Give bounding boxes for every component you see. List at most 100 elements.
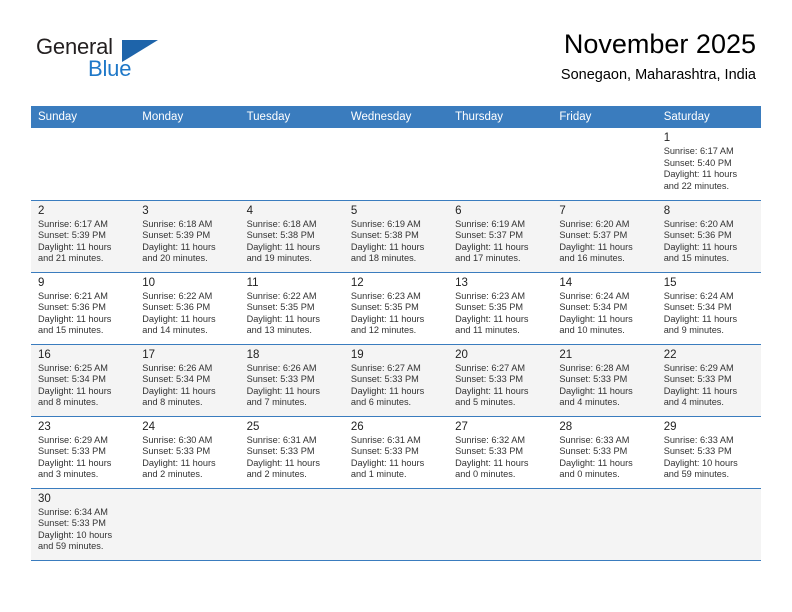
calendar-cell[interactable]: 24 Sunrise: 6:30 AM Sunset: 5:33 PM Dayligh… [135, 416, 240, 489]
daylight-text-line1: Daylight: 11 hours [38, 385, 112, 396]
calendar-cell[interactable]: 27 Sunrise: 6:32 AM Sunset: 5:33 PM Dayligh… [448, 416, 553, 489]
page-header: General Blue November 2025 Sonegaon, Mah… [0, 0, 792, 83]
calendar-cell[interactable]: 12 Sunrise: 6:23 AM Sunset: 5:35 PM Dayligh… [343, 272, 449, 345]
calendar-cell[interactable]: 22 Sunrise: 6:29 AM Sunset: 5:33 PM Dayligh… [656, 344, 761, 417]
calendar-cell[interactable]: 18 Sunrise: 6:26 AM Sunset: 5:33 PM Dayligh… [239, 344, 344, 417]
calendar-cell[interactable] [343, 128, 449, 201]
sunset-text: Sunset: 5:38 PM [350, 230, 419, 241]
calendar-cell[interactable]: 15 Sunrise: 6:24 AM Sunset: 5:34 PM Dayligh… [656, 272, 761, 345]
daylight-text-line1: Daylight: 11 hours [663, 241, 738, 252]
calendar-cell[interactable] [552, 488, 657, 561]
calendar-cell[interactable] [239, 488, 344, 561]
page-title: November 2025 [563, 29, 756, 59]
sunrise-text: Sunrise: 6:33 AM [663, 434, 734, 445]
sunrise-text: Sunrise: 6:31 AM [246, 434, 317, 445]
calendar-cell[interactable]: 13 Sunrise: 6:23 AM Sunset: 5:35 PM Dayligh… [448, 272, 553, 345]
calendar-cell[interactable] [448, 128, 553, 201]
day-number: 29 [663, 420, 677, 433]
sunrise-text: Sunrise: 6:17 AM [38, 218, 108, 229]
calendar-cell[interactable]: 3 Sunrise: 6:18 AM Sunset: 5:39 PM Daylight… [135, 200, 240, 273]
calendar-cell[interactable]: 5 Sunrise: 6:19 AM Sunset: 5:38 PM Daylight… [343, 200, 449, 273]
calendar-cell[interactable]: 11 Sunrise: 6:22 AM Sunset: 5:35 PM Dayligh… [239, 272, 344, 345]
calendar-cell[interactable]: 14 Sunrise: 6:24 AM Sunset: 5:34 PM Dayligh… [552, 272, 657, 345]
day-number: 11 [246, 276, 259, 289]
calendar-cell[interactable]: 2 Sunrise: 6:17 AM Sunset: 5:39 PM Daylight… [31, 200, 136, 273]
calendar-header-row: Sunday Monday Tuesday Wednesday Thursday… [31, 106, 761, 128]
calendar-cell[interactable]: 29 Sunrise: 6:33 AM Sunset: 5:33 PM Dayligh… [656, 416, 761, 489]
sunset-text: Sunset: 5:39 PM [142, 230, 211, 241]
calendar-cell[interactable]: 26 Sunrise: 6:31 AM Sunset: 5:33 PM Dayligh… [343, 416, 449, 489]
day-number: 13 [455, 276, 468, 289]
sunset-text: Sunset: 5:33 PM [663, 446, 732, 457]
daylight-text-line2: and 18 minutes. [350, 253, 417, 264]
sunset-text: Sunset: 5:34 PM [559, 302, 628, 313]
daylight-text-line1: Daylight: 11 hours [246, 313, 320, 324]
weekday-header-saturday: Saturday [656, 106, 761, 128]
sunrise-text: Sunrise: 6:32 AM [455, 434, 526, 445]
sunset-text: Sunset: 5:40 PM [663, 157, 732, 168]
sunset-text: Sunset: 5:35 PM [246, 302, 315, 313]
title-block: November 2025 Sonegaon, Maharashtra, Ind… [561, 28, 756, 85]
daylight-text-line1: Daylight: 10 hours [38, 529, 113, 540]
calendar-cell[interactable]: 17 Sunrise: 6:26 AM Sunset: 5:34 PM Dayligh… [135, 344, 240, 417]
daylight-text-line1: Daylight: 11 hours [663, 385, 738, 396]
calendar-cell[interactable]: 9 Sunrise: 6:21 AM Sunset: 5:36 PM Daylight… [31, 272, 136, 345]
day-number: 19 [350, 348, 364, 361]
day-number: 23 [38, 420, 51, 433]
sunrise-text: Sunrise: 6:19 AM [350, 218, 421, 229]
day-number: 2 [38, 204, 45, 217]
calendar-cell[interactable]: 19 Sunrise: 6:27 AM Sunset: 5:33 PM Dayligh… [343, 344, 449, 417]
general-blue-logo[interactable]: General Blue [36, 34, 216, 86]
calendar-cell[interactable] [656, 488, 761, 561]
sunrise-text: Sunrise: 6:31 AM [350, 434, 421, 445]
daylight-text-line2: and 5 minutes. [455, 397, 516, 408]
calendar-cell[interactable] [135, 128, 240, 201]
day-number: 17 [142, 348, 156, 361]
calendar-cell[interactable]: 23 Sunrise: 6:29 AM Sunset: 5:33 PM Dayligh… [31, 416, 136, 489]
calendar-cell[interactable]: 1 Sunrise: 6:17 AM Sunset: 5:40 PM Daylight… [656, 128, 761, 201]
weekday-header-wednesday: Wednesday [343, 106, 449, 128]
sunset-text: Sunset: 5:33 PM [559, 446, 628, 457]
sunrise-text: Sunrise: 6:27 AM [455, 362, 526, 373]
page-subtitle: Sonegaon, Maharashtra, India [560, 67, 756, 83]
calendar-cell[interactable] [135, 488, 240, 561]
calendar-cell[interactable]: 4 Sunrise: 6:18 AM Sunset: 5:38 PM Daylight… [239, 200, 344, 273]
sunrise-text: Sunrise: 6:29 AM [663, 362, 734, 373]
logo-text-blue: Blue [88, 56, 132, 81]
calendar-cell[interactable]: 30 Sunrise: 6:34 AM Sunset: 5:33 PM Dayligh… [31, 488, 136, 561]
calendar-cell[interactable]: 6 Sunrise: 6:19 AM Sunset: 5:37 PM Daylight… [448, 200, 553, 273]
day-number: 26 [350, 420, 364, 433]
calendar-cell[interactable] [448, 488, 553, 561]
calendar-week-row: 23 Sunrise: 6:29 AM Sunset: 5:33 PM Dayligh… [31, 416, 761, 489]
day-number: 6 [455, 204, 462, 217]
daylight-text-line1: Daylight: 11 hours [559, 385, 633, 396]
calendar-cell[interactable]: 20 Sunrise: 6:27 AM Sunset: 5:33 PM Dayligh… [448, 344, 553, 417]
daylight-text-line2: and 0 minutes. [455, 469, 516, 480]
calendar-cell[interactable]: 21 Sunrise: 6:28 AM Sunset: 5:33 PM Dayligh… [552, 344, 657, 417]
calendar-cell[interactable] [31, 128, 136, 201]
calendar-cell[interactable]: 28 Sunrise: 6:33 AM Sunset: 5:33 PM Dayligh… [552, 416, 657, 489]
calendar-cell[interactable]: 25 Sunrise: 6:31 AM Sunset: 5:33 PM Dayligh… [239, 416, 344, 489]
calendar-cell[interactable] [343, 488, 449, 561]
calendar-cell[interactable]: 10 Sunrise: 6:22 AM Sunset: 5:36 PM Dayligh… [135, 272, 240, 345]
sunset-text: Sunset: 5:33 PM [38, 518, 106, 529]
calendar-cell[interactable] [239, 128, 344, 201]
daylight-text-line2: and 6 minutes. [350, 397, 412, 408]
daylight-text-line1: Daylight: 11 hours [455, 385, 529, 396]
sunrise-text: Sunrise: 6:26 AM [142, 362, 213, 373]
calendar-cell[interactable]: 7 Sunrise: 6:20 AM Sunset: 5:37 PM Daylight… [552, 200, 657, 273]
daylight-text-line2: and 17 minutes. [455, 253, 521, 264]
sunset-text: Sunset: 5:36 PM [38, 302, 106, 313]
sunrise-text: Sunrise: 6:23 AM [350, 290, 421, 301]
sunrise-text: Sunrise: 6:24 AM [663, 290, 734, 301]
daylight-text-line1: Daylight: 11 hours [455, 241, 529, 252]
calendar-cell[interactable] [552, 128, 657, 201]
calendar-cell[interactable]: 8 Sunrise: 6:20 AM Sunset: 5:36 PM Daylight… [656, 200, 761, 273]
calendar-table: Sunday Monday Tuesday Wednesday Thursday… [31, 106, 761, 561]
daylight-text-line1: Daylight: 11 hours [142, 241, 216, 252]
daylight-text-line2: and 1 minute. [350, 469, 407, 480]
day-number: 1 [663, 132, 671, 144]
calendar-cell[interactable]: 16 Sunrise: 6:25 AM Sunset: 5:34 PM Dayligh… [31, 344, 136, 417]
calendar-week-row: 30 Sunrise: 6:34 AM Sunset: 5:33 PM Dayligh… [31, 488, 761, 561]
calendar-week-row: 9 Sunrise: 6:21 AM Sunset: 5:36 PM Daylight… [31, 272, 761, 345]
